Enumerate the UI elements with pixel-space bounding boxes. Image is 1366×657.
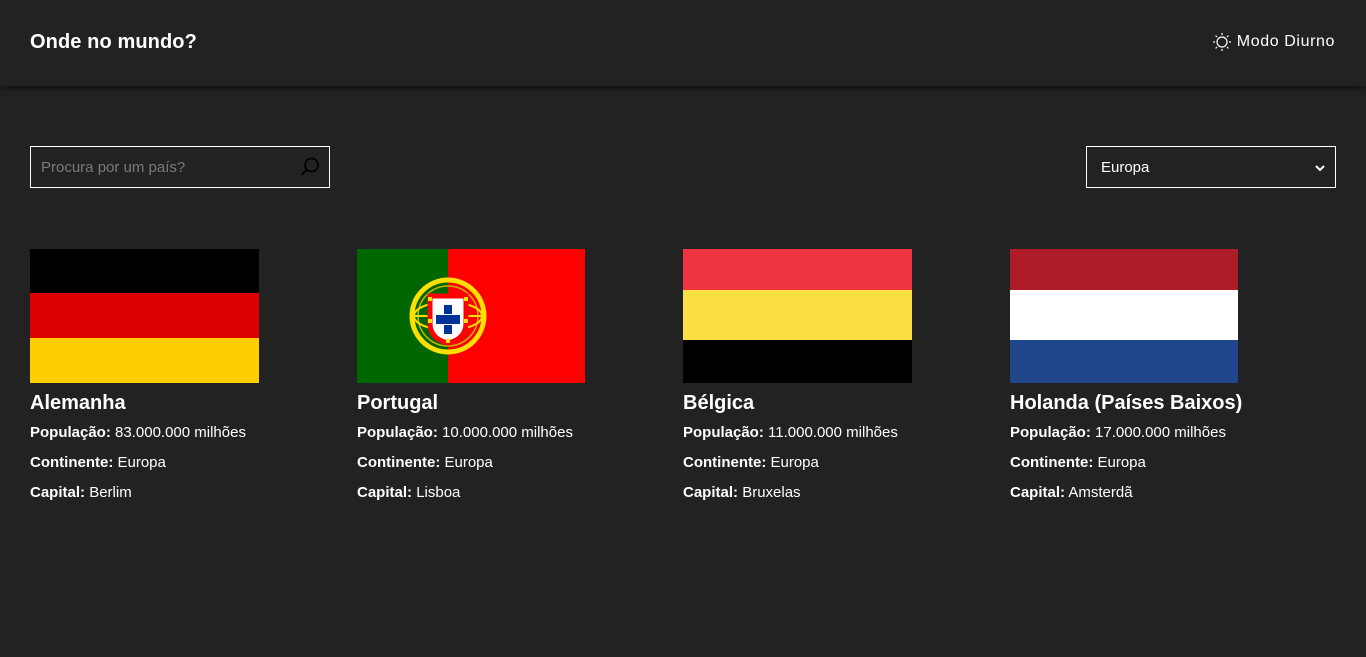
continent-value: Europa	[117, 454, 166, 471]
app-header: Onde no mundo? Modo Diurno	[0, 0, 1366, 86]
continent-label: Continente:	[683, 454, 767, 471]
capital-value: Lisboa	[416, 484, 461, 501]
country-name: Bélgica	[683, 392, 755, 414]
country-continent: Continente: Europa	[683, 448, 983, 478]
chevron-down-icon	[1314, 161, 1326, 173]
country-population: População: 10.000.000 milhões	[357, 418, 657, 448]
country-name: Portugal	[357, 392, 439, 414]
continent-value: Europa	[1097, 454, 1146, 471]
country-capital: Capital: Berlim	[30, 478, 330, 508]
population-label: População:	[357, 424, 438, 441]
country-population: População: 17.000.000 milhões	[1010, 418, 1310, 448]
country-continent: Continente: Europa	[357, 448, 657, 478]
country-name: Alemanha	[30, 392, 126, 414]
continent-value: Europa	[770, 454, 819, 471]
population-value: 83.000.000 milhões	[115, 424, 246, 441]
continent-label: Continente:	[1010, 454, 1094, 471]
country-card[interactable]: Holanda (Países Baixos) População: 17.00…	[1010, 249, 1310, 508]
continent-label: Continente:	[30, 454, 114, 471]
country-name: Holanda (Países Baixos)	[1010, 392, 1243, 414]
app-title: Onde no mundo?	[30, 31, 197, 53]
capital-label: Capital:	[357, 484, 413, 501]
country-population: População: 83.000.000 milhões	[30, 418, 330, 448]
search-box	[30, 146, 330, 188]
capital-value: Bruxelas	[742, 484, 801, 501]
population-value: 17.000.000 milhões	[1095, 424, 1226, 441]
population-label: População:	[1010, 424, 1091, 441]
capital-value: Berlim	[89, 484, 132, 501]
sun-icon	[1212, 32, 1232, 52]
capital-label: Capital:	[683, 484, 739, 501]
theme-toggle-label: Modo Diurno	[1236, 33, 1335, 50]
country-card[interactable]: Portugal População: 10.000.000 milhões C…	[357, 249, 657, 508]
capital-value: Amsterdã	[1068, 484, 1133, 501]
theme-toggle-button[interactable]: Modo Diurno	[1212, 32, 1335, 52]
capital-label: Capital:	[1010, 484, 1066, 501]
continent-value: Europa	[444, 454, 493, 471]
region-select[interactable]: Europa	[1086, 146, 1336, 188]
netherlands-flag-image	[1010, 249, 1238, 383]
country-capital: Capital: Amsterdã	[1010, 478, 1310, 508]
capital-label: Capital:	[30, 484, 86, 501]
population-label: População:	[30, 424, 111, 441]
population-value: 10.000.000 milhões	[442, 424, 573, 441]
belgium-flag-image	[683, 249, 912, 383]
search-input[interactable]	[31, 147, 291, 187]
country-capital: Capital: Bruxelas	[683, 478, 983, 508]
search-icon[interactable]	[299, 156, 321, 178]
country-continent: Continente: Europa	[30, 448, 330, 478]
population-label: População:	[683, 424, 764, 441]
country-continent: Continente: Europa	[1010, 448, 1310, 478]
continent-label: Continente:	[357, 454, 441, 471]
portugal-flag-image	[357, 249, 585, 383]
germany-flag-image	[30, 249, 259, 383]
region-select-value: Europa	[1101, 159, 1150, 176]
country-card[interactable]: Alemanha População: 83.000.000 milhões C…	[30, 249, 330, 508]
country-population: População: 11.000.000 milhões	[683, 418, 983, 448]
country-card[interactable]: Bélgica População: 11.000.000 milhões Co…	[683, 249, 983, 508]
population-value: 11.000.000 milhões	[768, 424, 898, 441]
country-capital: Capital: Lisboa	[357, 478, 657, 508]
